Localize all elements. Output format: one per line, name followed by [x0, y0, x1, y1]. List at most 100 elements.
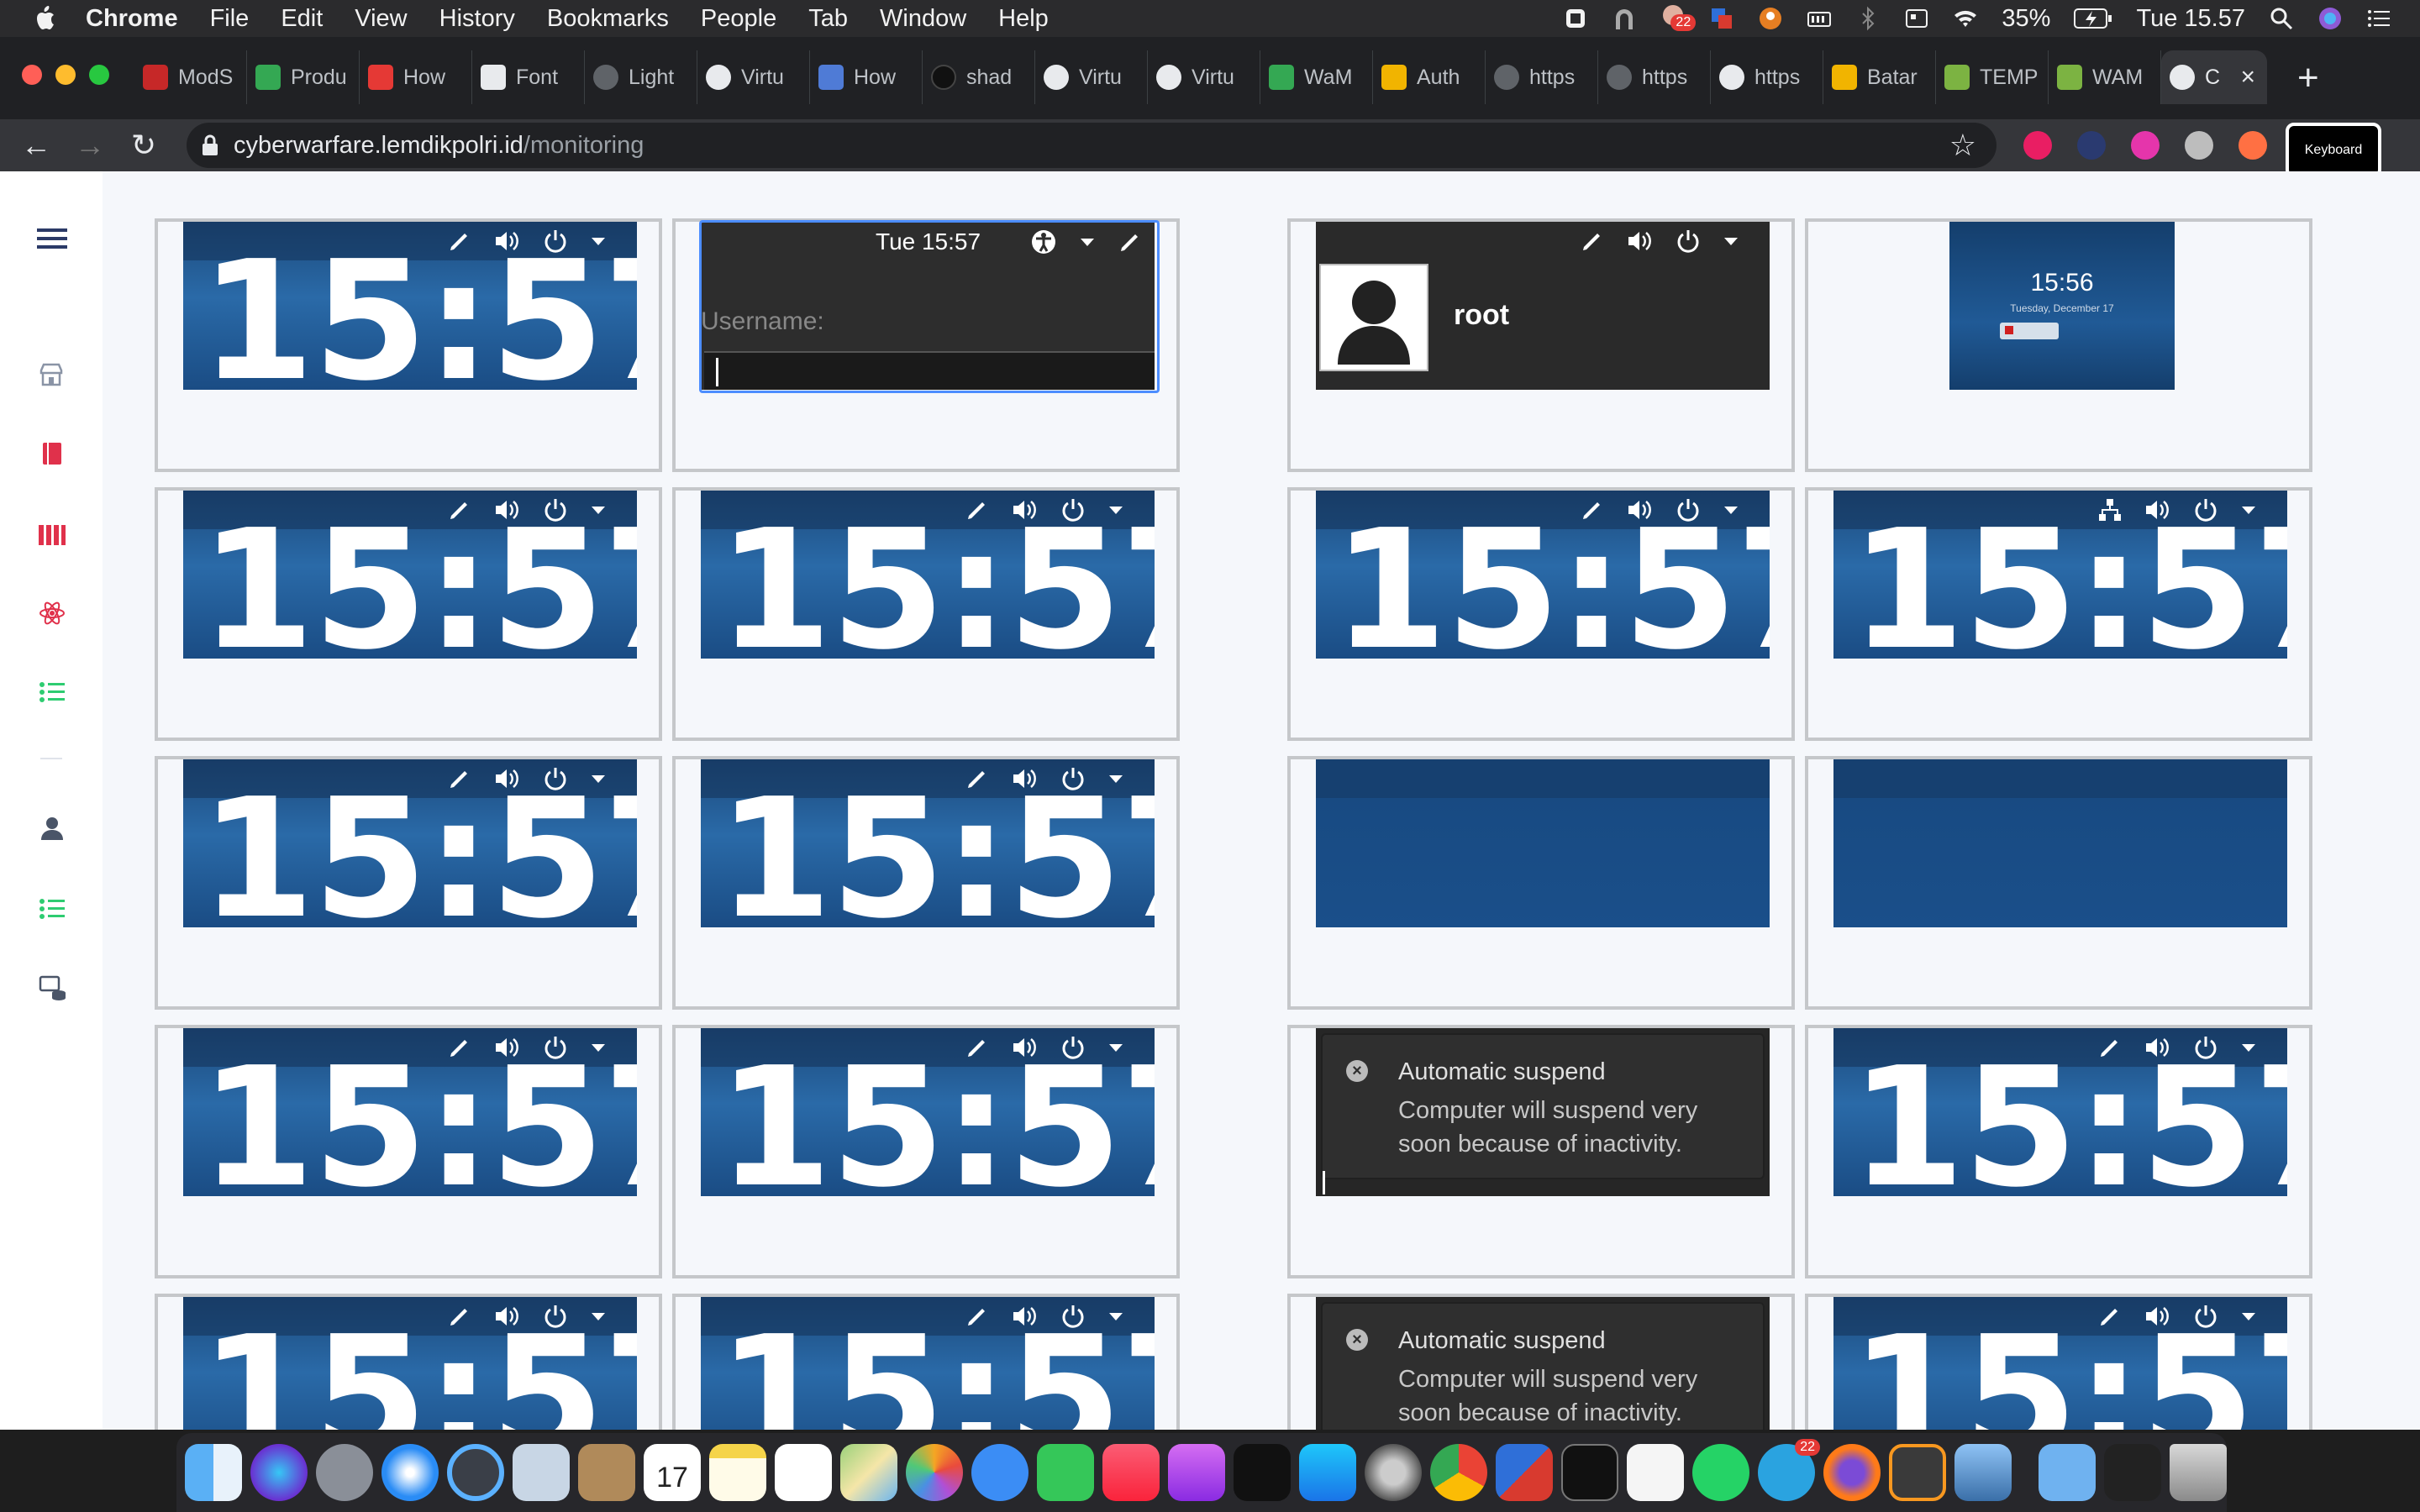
vm-screen-suspend[interactable]: × Automatic suspend Computer will suspend … [1316, 1028, 1770, 1196]
close-icon[interactable]: × [1346, 1060, 1368, 1082]
address-bar[interactable]: cyberwarfare.lemdikpolri.id/monitoring ☆ [187, 123, 1996, 168]
window-close-button[interactable] [22, 65, 42, 85]
tab-17[interactable]: WAM [2049, 50, 2161, 104]
monitor-card[interactable]: 15:57 [155, 487, 662, 741]
forward-button[interactable]: → [71, 126, 109, 165]
monitor-card[interactable] [1287, 756, 1795, 1010]
vm-screen-lockclock[interactable]: 15:57 [183, 222, 637, 390]
chrome-icon[interactable] [1430, 1444, 1487, 1501]
vm-screen-lockclock[interactable]: 15:57 [701, 759, 1155, 927]
messages-icon[interactable] [971, 1444, 1028, 1501]
monitor-card[interactable]: 15:57 [155, 1025, 662, 1278]
menu-view[interactable]: View [355, 5, 407, 33]
vm-screen-blank[interactable] [1833, 759, 2287, 927]
menu-tab[interactable]: Tab [808, 5, 848, 33]
monitor-card[interactable]: 15:57 [672, 1294, 1180, 1430]
book-icon[interactable] [40, 438, 64, 469]
terminal-icon[interactable] [1561, 1444, 1618, 1501]
monitor-card[interactable]: 15:57 [672, 1025, 1180, 1278]
calendar-icon[interactable]: 17 [644, 1444, 701, 1501]
monitor-card[interactable]: 15:57 [1287, 487, 1795, 741]
vm-screen-lockclock[interactable]: 15:57 [183, 1297, 637, 1430]
tab-14[interactable]: https [1711, 50, 1823, 104]
monitor-card[interactable]: 15:57 [155, 218, 662, 472]
downloads-folder-icon[interactable] [2039, 1444, 2096, 1501]
tab-11[interactable]: Auth [1373, 50, 1486, 104]
arch-icon[interactable] [1612, 6, 1637, 31]
tab-13[interactable]: https [1598, 50, 1711, 104]
vm-screen-lockclock[interactable]: 15:57 [183, 1028, 637, 1196]
extension-chat-icon[interactable] [2185, 131, 2213, 160]
tab-5[interactable]: Virtu [697, 50, 810, 104]
launchpad-icon[interactable] [316, 1444, 373, 1501]
facetime-icon[interactable] [1037, 1444, 1094, 1501]
screen-folder-icon[interactable] [2104, 1444, 2161, 1501]
menu-history[interactable]: History [439, 5, 515, 33]
siri-icon[interactable] [2317, 6, 2343, 31]
telegram-icon[interactable]: 22 [1758, 1439, 1820, 1501]
monitor-card[interactable]: 15:56 Tuesday, December 17 [1805, 218, 2312, 472]
menu-help[interactable]: Help [998, 5, 1049, 33]
input-source-icon[interactable] [1904, 6, 1929, 31]
tab-18-active[interactable]: C × [2161, 50, 2267, 104]
tab-8[interactable]: Virtu [1035, 50, 1148, 104]
maps-icon[interactable] [840, 1444, 897, 1501]
apple-tv-icon[interactable] [1234, 1444, 1291, 1501]
window-minimize-button[interactable] [55, 65, 76, 85]
monitor-card[interactable]: × Automatic suspend Computer will suspend … [1287, 1025, 1795, 1278]
image-viewer-icon[interactable] [1954, 1444, 2012, 1501]
preview-bird-icon[interactable] [513, 1444, 570, 1501]
vm-screen-blank[interactable] [1316, 759, 1770, 927]
window-zoom-button[interactable] [89, 65, 109, 85]
react-icon[interactable] [39, 598, 66, 628]
reminders-icon[interactable] [775, 1444, 832, 1501]
sublime-text-icon[interactable] [1889, 1444, 1946, 1501]
lock-icon[interactable] [202, 134, 218, 156]
vm-screen-lockscreen[interactable]: 15:56 Tuesday, December 17 [1949, 222, 2175, 390]
bookmark-star-icon[interactable]: ☆ [1949, 128, 1976, 163]
photos-icon[interactable] [906, 1444, 963, 1501]
tab-4[interactable]: Light [585, 50, 697, 104]
battery-charging-icon[interactable] [2074, 8, 2112, 29]
store-icon[interactable] [39, 360, 64, 390]
tab-12[interactable]: https [1486, 50, 1598, 104]
tab-0[interactable]: ModS [134, 50, 247, 104]
monitor-card[interactable]: 15:57 [1805, 1025, 2312, 1278]
tab-10[interactable]: WaM [1260, 50, 1373, 104]
whatsapp-icon[interactable] [1692, 1444, 1749, 1501]
menu-bookmarks[interactable]: Bookmarks [547, 5, 669, 33]
vm-screen-lockclock[interactable]: 15:57 [183, 759, 637, 927]
back-button[interactable]: ← [17, 126, 55, 165]
vm-screen-user-select[interactable]: root [1316, 222, 1770, 390]
tab-7[interactable]: shad [923, 50, 1035, 104]
extension-blue-icon[interactable] [2077, 131, 2106, 160]
vm-screen-suspend[interactable]: × Automatic suspend Computer will suspend … [1316, 1297, 1770, 1430]
firefox-icon[interactable] [1823, 1444, 1881, 1501]
app-store-icon[interactable] [1299, 1444, 1356, 1501]
monitor-card[interactable]: 15:57 [155, 756, 662, 1010]
menu-edit[interactable]: Edit [281, 5, 323, 33]
contacts-icon[interactable] [578, 1444, 635, 1501]
siri-icon[interactable] [250, 1444, 308, 1501]
monitor-card[interactable]: 15:57 [1805, 487, 2312, 741]
podcasts-icon[interactable] [1168, 1444, 1225, 1501]
vm-screen-lockclock[interactable]: 15:57 [1833, 1028, 2287, 1196]
menu-app-chrome[interactable]: Chrome [86, 5, 178, 33]
reload-button[interactable]: ↻ [124, 126, 163, 165]
monitor-card[interactable]: 15:57 [155, 1294, 662, 1430]
monitor-card[interactable]: × Automatic suspend Computer will suspend … [1287, 1294, 1795, 1430]
extension-fire-icon[interactable] [2238, 131, 2267, 160]
tab-close-icon[interactable]: × [2240, 63, 2255, 92]
screen-share-icon[interactable] [1496, 1444, 1553, 1501]
monitor-card[interactable]: root [1287, 218, 1795, 472]
vm-screen-lockclock[interactable]: 15:57 [1833, 491, 2287, 659]
tab-9[interactable]: Virtu [1148, 50, 1260, 104]
menubar-clock[interactable]: Tue 15.57 [2136, 5, 2245, 33]
monitor-card[interactable] [1805, 756, 2312, 1010]
extension-graphql-icon[interactable] [2131, 131, 2160, 160]
menu-file[interactable]: File [210, 5, 250, 33]
system-preferences-icon[interactable] [1365, 1444, 1422, 1501]
close-icon[interactable]: × [1346, 1329, 1368, 1351]
list-icon[interactable] [39, 677, 66, 707]
tab-1[interactable]: Produ [247, 50, 360, 104]
